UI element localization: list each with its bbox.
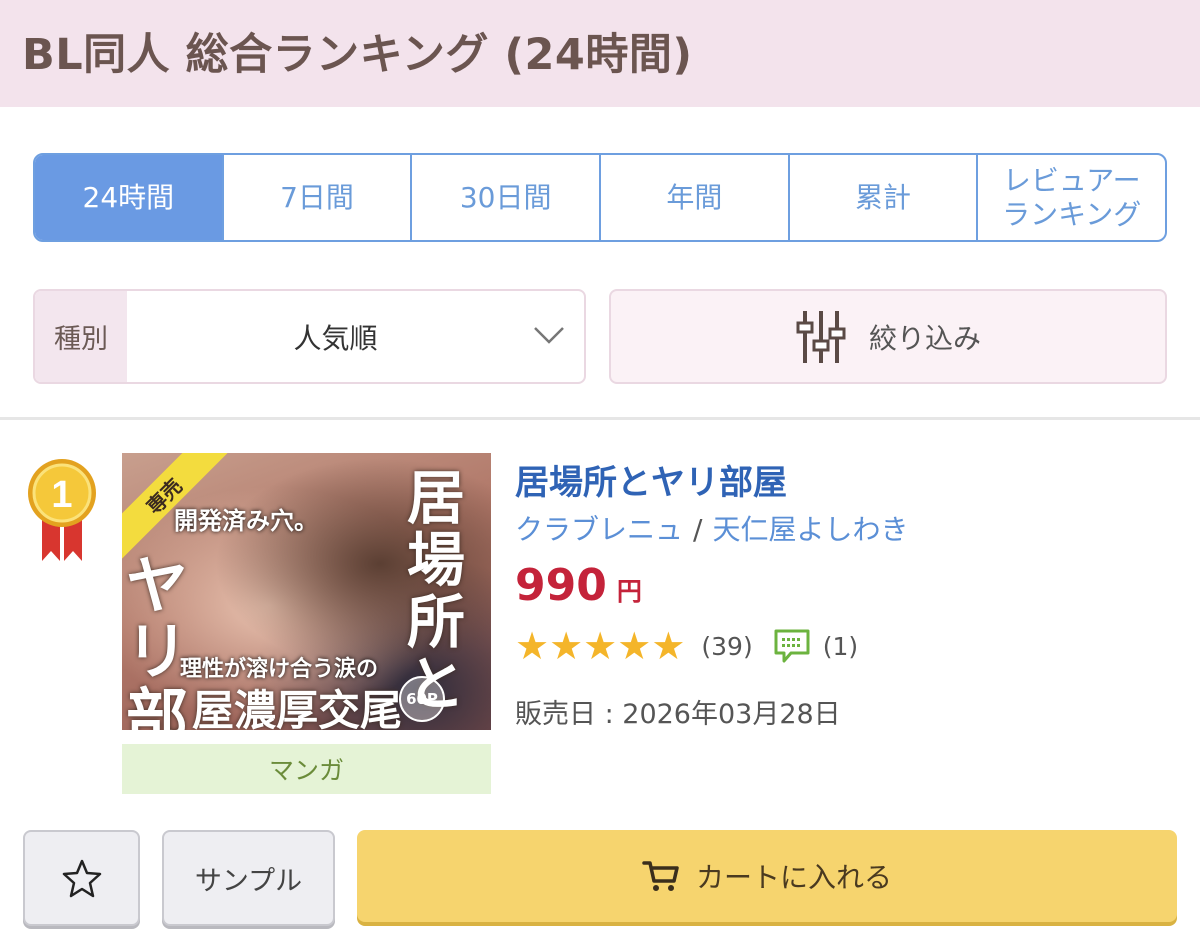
sliders-icon — [796, 310, 846, 363]
comment-icon[interactable] — [773, 628, 811, 664]
product-cover-image[interactable]: 開発済み穴。 居場所と ヤリ部 理性が溶け合う涙の 屋濃厚交尾 60P 専売 — [122, 453, 491, 730]
rank-medal: 1 — [22, 455, 102, 565]
cart-label: カートに入れる — [695, 861, 892, 894]
rating-row: ★ ★ ★ ★ ★ (39) (1) — [515, 624, 858, 668]
tab-30days[interactable]: 30日間 — [410, 155, 599, 240]
rank-number: 1 — [51, 474, 72, 516]
cover-bottom-title: 屋濃厚交尾 — [192, 686, 403, 730]
filter-button[interactable]: 絞り込み — [609, 289, 1167, 384]
star-icon: ★ — [583, 624, 618, 668]
release-date: 販売日 : 2026年03月28日 — [515, 699, 841, 730]
page-title: BL同人 総合ランキング (24時間) — [22, 30, 693, 80]
cart-icon — [642, 861, 679, 891]
favorite-button[interactable] — [23, 830, 140, 926]
product-title[interactable]: 居場所とヤリ部屋 — [515, 455, 787, 504]
tab-cumulative[interactable]: 累計 — [787, 155, 977, 240]
sort-value: 人気順 — [293, 321, 378, 355]
sort-label: 種別 — [35, 291, 127, 382]
author-separator: / — [693, 513, 703, 546]
product-authors: クラブレニュ / 天仁屋よしわき — [515, 508, 908, 548]
cover-page-count: 60P — [399, 676, 445, 722]
page-header: BL同人 総合ランキング (24時間) — [0, 0, 1200, 107]
star-outline-icon — [62, 859, 101, 898]
sort-select[interactable]: 種別 人気順 — [33, 289, 586, 384]
author-link[interactable]: 天仁屋よしわき — [712, 513, 908, 546]
tab-reviewer-ranking[interactable]: レビュアー ランキング — [976, 155, 1165, 240]
review-count[interactable]: (39) — [701, 632, 752, 661]
comment-count[interactable]: (1) — [823, 632, 858, 661]
circle-link[interactable]: クラブレニュ — [515, 513, 683, 546]
star-icon: ★ — [515, 624, 550, 668]
add-to-cart-button[interactable]: カートに入れる — [357, 830, 1177, 922]
medal-icon: 1 — [28, 459, 96, 561]
star-icon: ★ — [651, 624, 686, 668]
section-divider — [0, 417, 1200, 420]
chevron-down-icon — [534, 327, 564, 344]
tab-7days[interactable]: 7日間 — [221, 155, 411, 240]
period-tabs: 24時間 7日間 30日間 年間 累計 レビュアー ランキング — [33, 153, 1167, 242]
sample-button[interactable]: サンプル — [162, 830, 335, 926]
tab-yearly[interactable]: 年間 — [599, 155, 788, 240]
tab-reviewer-ranking-label: レビュアー ランキング — [1002, 163, 1142, 231]
tab-24h[interactable]: 24時間 — [35, 155, 222, 240]
price-value: 990 — [515, 560, 607, 611]
price-currency: 円 — [616, 577, 642, 606]
filter-label: 絞り込み — [868, 321, 981, 355]
cover-tagline: 開発済み穴。 — [174, 507, 318, 535]
genre-tag: マンガ — [122, 744, 491, 794]
star-icon: ★ — [617, 624, 652, 668]
star-icon: ★ — [549, 624, 584, 668]
cover-title-left: ヤリ部 — [126, 549, 189, 731]
product-price: 990 円 — [515, 560, 642, 611]
rating-stars: ★ ★ ★ ★ ★ — [515, 624, 685, 668]
